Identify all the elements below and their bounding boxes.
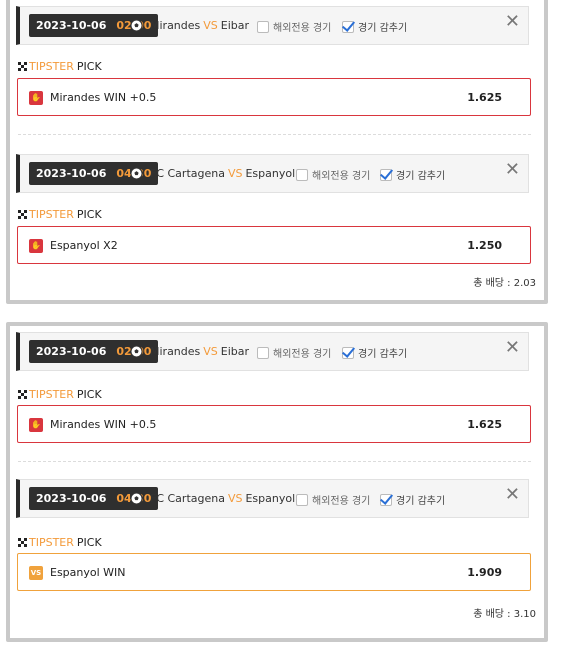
overseas-label: 해외전용 경기 [312, 171, 371, 182]
total-odds: 총 배당 : 2.03 [473, 278, 536, 289]
tipster-pick-heading: TIPSTER PICK [18, 388, 102, 401]
betslip-card-2: 2023-10-06 02:00 MirandesVSEibar 해외전용 경기… [6, 322, 548, 642]
away-team: Espanyol [245, 167, 296, 180]
tipster-word: TIPSTER [29, 60, 74, 73]
hand-icon: ✋ [29, 239, 43, 253]
divider [18, 134, 531, 135]
checkbox-box[interactable] [257, 20, 269, 33]
overseas-only-checkbox[interactable]: 해외전용 경기 [296, 492, 370, 507]
pick-word: PICK [76, 536, 102, 549]
vs-label: VS [227, 492, 243, 505]
soccer-ball-icon [130, 492, 143, 505]
hide-match-checkbox[interactable]: 경기 감추기 [342, 345, 407, 360]
tipster-pick-heading: TIPSTER PICK [18, 208, 102, 221]
overseas-label: 해외전용 경기 [273, 23, 332, 34]
match-header: 2023-10-06 04:30 FC CartagenaVSEspanyol … [16, 154, 529, 193]
checkbox-checked[interactable] [380, 493, 392, 506]
checkbox-box[interactable] [257, 346, 269, 359]
tipster-word: TIPSTER [29, 208, 74, 221]
home-team: Mirandes [150, 19, 201, 32]
overseas-only-checkbox[interactable]: 해외전용 경기 [296, 167, 370, 182]
pick-odds: 1.625 [467, 91, 502, 104]
checkbox-checked[interactable] [342, 346, 354, 359]
pick-odds: 1.250 [467, 239, 502, 252]
hand-icon: ✋ [29, 91, 43, 105]
pick-odds: 1.909 [467, 566, 502, 579]
betslip-card-1: 2023-10-06 02:00 MirandesVSEibar 해외전용 경기… [6, 0, 548, 304]
away-team: Eibar [220, 19, 250, 32]
checkered-flag-icon [18, 210, 27, 219]
hide-match-checkbox[interactable]: 경기 감추기 [342, 19, 407, 34]
close-icon[interactable]: ✕ [505, 486, 520, 504]
hide-label: 경기 감추기 [396, 171, 446, 182]
total-odds: 총 배당 : 3.10 [473, 609, 536, 620]
match-header: 2023-10-06 02:00 MirandesVSEibar 해외전용 경기… [16, 332, 529, 371]
pick-row[interactable]: VS Espanyol WIN 1.909 [17, 553, 531, 591]
overseas-label: 해외전용 경기 [273, 349, 332, 360]
hide-label: 경기 감추기 [396, 496, 446, 507]
soccer-ball-icon [130, 167, 143, 180]
overseas-only-checkbox[interactable]: 해외전용 경기 [257, 345, 331, 360]
match-teams: FC Cartagena VS Espanyol [150, 492, 295, 505]
close-icon[interactable]: ✕ [505, 339, 520, 357]
pick-row[interactable]: ✋ Espanyol X2 1.250 [17, 226, 531, 264]
checkered-flag-icon [18, 390, 27, 399]
pick-word: PICK [76, 388, 102, 401]
match-date: 2023-10-06 [36, 167, 107, 180]
match-header: 2023-10-06 02:00 MirandesVSEibar 해외전용 경기… [16, 6, 529, 45]
pick-row[interactable]: ✋ Mirandes WIN +0.5 1.625 [17, 78, 531, 116]
hand-icon: ✋ [29, 418, 43, 432]
close-icon[interactable]: ✕ [505, 13, 520, 31]
tipster-pick-heading: TIPSTER PICK [18, 60, 102, 73]
pick-label: Mirandes WIN +0.5 [50, 91, 157, 104]
pick-label: Espanyol WIN [50, 566, 126, 579]
hide-match-checkbox[interactable]: 경기 감추기 [380, 167, 445, 182]
home-team: FC Cartagena [150, 492, 225, 505]
soccer-ball-icon [130, 345, 143, 358]
match-teams: Mirandes VS Eibar [150, 19, 249, 32]
pick-label: Espanyol X2 [50, 239, 118, 252]
match-teams: FC Cartagena VS Espanyol [150, 167, 295, 180]
checkbox-checked[interactable] [342, 20, 354, 33]
checkbox-box[interactable] [296, 493, 308, 506]
tipster-word: TIPSTER [29, 388, 74, 401]
overseas-only-checkbox[interactable]: 해외전용 경기 [257, 19, 331, 34]
overseas-label: 해외전용 경기 [312, 496, 371, 507]
pick-odds: 1.625 [467, 418, 502, 431]
vs-label: VS [203, 19, 218, 32]
vs-icon: VS [29, 566, 43, 580]
checkbox-checked[interactable] [380, 168, 392, 181]
pick-row[interactable]: ✋ Mirandes WIN +0.5 1.625 [17, 405, 531, 443]
vs-label: VS [227, 167, 243, 180]
close-icon[interactable]: ✕ [505, 161, 520, 179]
soccer-ball-icon [130, 19, 143, 32]
pick-label: Mirandes WIN +0.5 [50, 418, 157, 431]
pick-word: PICK [76, 60, 102, 73]
hide-label: 경기 감추기 [358, 23, 408, 34]
checkered-flag-icon [18, 538, 27, 547]
away-team: Espanyol [245, 492, 296, 505]
pick-word: PICK [76, 208, 102, 221]
hide-label: 경기 감추기 [358, 349, 408, 360]
checkbox-box[interactable] [296, 168, 308, 181]
home-team: Mirandes [150, 345, 201, 358]
match-date: 2023-10-06 [36, 492, 107, 505]
match-header: 2023-10-06 04:30 FC CartagenaVSEspanyol … [16, 479, 529, 518]
checkered-flag-icon [18, 62, 27, 71]
match-teams: Mirandes VS Eibar [150, 345, 249, 358]
hide-match-checkbox[interactable]: 경기 감추기 [380, 492, 445, 507]
vs-label: VS [203, 345, 218, 358]
away-team: Eibar [220, 345, 250, 358]
match-date: 2023-10-06 [36, 345, 107, 358]
divider [18, 461, 531, 462]
home-team: FC Cartagena [150, 167, 225, 180]
tipster-word: TIPSTER [29, 536, 74, 549]
match-date: 2023-10-06 [36, 19, 107, 32]
tipster-pick-heading: TIPSTER PICK [18, 536, 102, 549]
